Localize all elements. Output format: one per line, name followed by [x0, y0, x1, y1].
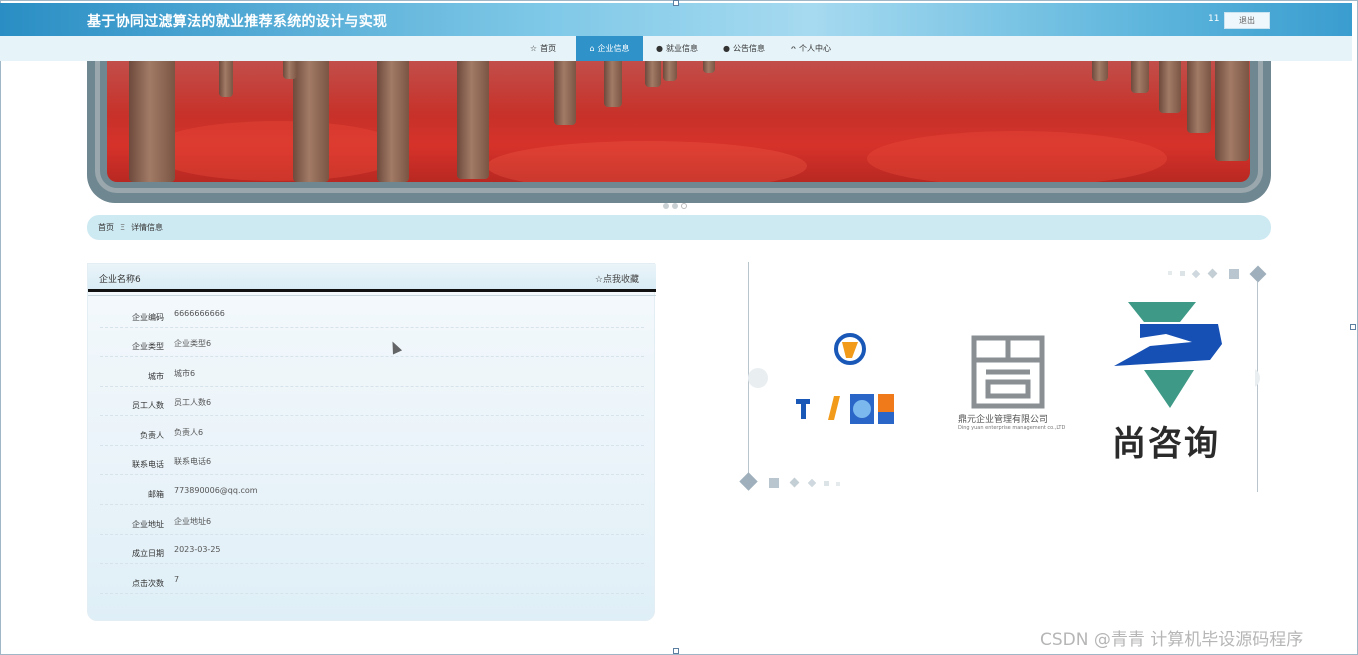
detail-row: 联系电话 联系电话6	[100, 446, 644, 475]
decor-diamond-icon	[1191, 269, 1201, 279]
breadcrumb-current: 详情信息	[131, 223, 164, 232]
breadcrumb-home[interactable]: 首页	[98, 223, 114, 232]
company-detail-card: 企业名称6 ☆点我收藏 企业编码 6666666666 企业类型 企业类型6 城…	[87, 263, 656, 621]
nav-label: 首页	[540, 44, 557, 53]
watermark-text: CSDN @青青 计算机毕设源码程序	[1040, 630, 1304, 650]
company-logo-1[interactable]	[790, 324, 910, 444]
resize-handle[interactable]	[1350, 324, 1356, 330]
decor-diamond-icon	[807, 478, 817, 488]
decor-line	[1257, 282, 1258, 492]
favorite-button[interactable]: ☆点我收藏	[595, 272, 639, 285]
row-value: 负责人6	[174, 428, 204, 437]
nav-label: 个人中心	[798, 44, 831, 53]
detail-row: 负责人 负责人6	[100, 417, 644, 446]
nav-item-profile[interactable]: ᴖ 个人中心	[779, 36, 843, 61]
decor-diamond-icon	[1249, 265, 1267, 283]
logo2-subtext: Ding yuan enterprise management co.,LTD	[958, 425, 1066, 431]
home-icon: ⌂	[589, 44, 595, 53]
dingyuan-logo-icon	[971, 335, 1045, 409]
user-name: 11	[1208, 14, 1220, 24]
row-label: 点击次数	[132, 579, 164, 588]
breadcrumb-separator: Ξ	[120, 223, 126, 232]
detail-row: 企业编码 6666666666	[100, 299, 644, 328]
row-value: 企业类型6	[174, 339, 212, 348]
detail-row: 邮箱 773890006@qq.com	[100, 476, 644, 505]
carousel-dot-active[interactable]	[681, 203, 687, 209]
card-header: 企业名称6 ☆点我收藏	[88, 264, 656, 292]
nav-item-home[interactable]: ☆ 首页	[512, 36, 574, 61]
row-value: 6666666666	[174, 309, 225, 318]
row-value: 773890006@qq.com	[174, 486, 258, 495]
info-icon: ●	[656, 44, 663, 53]
row-value: 2023-03-25	[174, 545, 221, 554]
company-logo-carousel: 鼎元企业管理有限公司 Ding yuan enterprise manageme…	[739, 262, 1270, 494]
user-icon: ᴖ	[791, 44, 796, 53]
t-logo-icon	[796, 333, 894, 424]
row-value: 联系电话6	[174, 457, 212, 466]
resize-handle[interactable]	[673, 0, 679, 6]
detail-row: 企业地址 企业地址6	[100, 506, 644, 535]
logo2-text: 鼎元企业管理有限公司	[958, 415, 1049, 425]
main-nav: ☆ 首页 ⌂ 企业信息 ● 就业信息 ● 公告信息 ᴖ 个人中心	[0, 36, 1352, 61]
nav-label: 企业信息	[597, 44, 630, 53]
site-title: 基于协同过滤算法的就业推荐系统的设计与实现	[87, 14, 388, 30]
nav-label: 就业信息	[665, 44, 698, 53]
row-label: 员工人数	[132, 401, 164, 410]
row-label: 企业编码	[132, 313, 164, 322]
row-label: 城市	[148, 372, 164, 381]
decor-diamond-icon	[739, 472, 758, 491]
decor-square	[824, 481, 829, 486]
carousel-prev-button[interactable]	[748, 368, 768, 388]
resize-handle[interactable]	[673, 648, 679, 654]
nav-item-jobs[interactable]: ● 就业信息	[645, 36, 709, 61]
company-name: 企业名称6	[99, 275, 141, 285]
detail-row: 员工人数 员工人数6	[100, 387, 644, 416]
carousel-dots	[663, 194, 690, 209]
detail-row: 企业类型 企业类型6	[100, 328, 644, 357]
info-icon: ●	[723, 44, 730, 53]
decor-diamond-icon	[789, 477, 800, 488]
decor-square	[769, 478, 779, 488]
shang-zixun-logo-icon	[1114, 302, 1222, 408]
row-value: 企业地址6	[174, 517, 212, 526]
star-icon: ☆	[529, 44, 538, 53]
row-label: 企业类型	[132, 342, 164, 351]
nav-item-notice[interactable]: ● 公告信息	[711, 36, 777, 61]
row-label: 负责人	[140, 431, 164, 440]
row-label: 企业地址	[132, 520, 164, 529]
row-value: 员工人数6	[174, 398, 212, 407]
nav-label: 公告信息	[732, 44, 765, 53]
banner-frame	[95, 61, 1263, 193]
detail-row: 成立日期 2023-03-25	[100, 535, 644, 564]
row-label: 成立日期	[132, 549, 164, 558]
carousel-dot[interactable]	[672, 203, 678, 209]
decor-square	[1229, 269, 1239, 279]
detail-row: 城市 城市6	[100, 358, 644, 387]
decor-square	[1168, 271, 1172, 275]
logo3-text: 尚咨询	[1112, 424, 1220, 464]
header-divider	[88, 295, 656, 296]
banner-carousel[interactable]	[87, 61, 1271, 203]
detail-row: 点击次数 7	[100, 565, 644, 594]
decor-diamond-icon	[1207, 268, 1218, 279]
row-value: 城市6	[174, 369, 196, 378]
breadcrumb: 首页 Ξ 详情信息	[87, 215, 1271, 240]
company-logo-2[interactable]: 鼎元企业管理有限公司 Ding yuan enterprise manageme…	[950, 330, 1065, 440]
row-label: 邮箱	[148, 490, 164, 499]
decor-square	[836, 482, 840, 486]
logout-button[interactable]: 退出	[1224, 12, 1270, 29]
nav-item-company[interactable]: ⌂ 企业信息	[576, 36, 643, 61]
top-header: 基于协同过滤算法的就业推荐系统的设计与实现 11 退出	[0, 3, 1352, 36]
company-logo-3[interactable]: 尚咨询	[1110, 300, 1255, 464]
decor-square	[1180, 271, 1185, 276]
row-value: 7	[174, 575, 180, 584]
carousel-dot[interactable]	[663, 203, 669, 209]
row-label: 联系电话	[132, 460, 164, 469]
